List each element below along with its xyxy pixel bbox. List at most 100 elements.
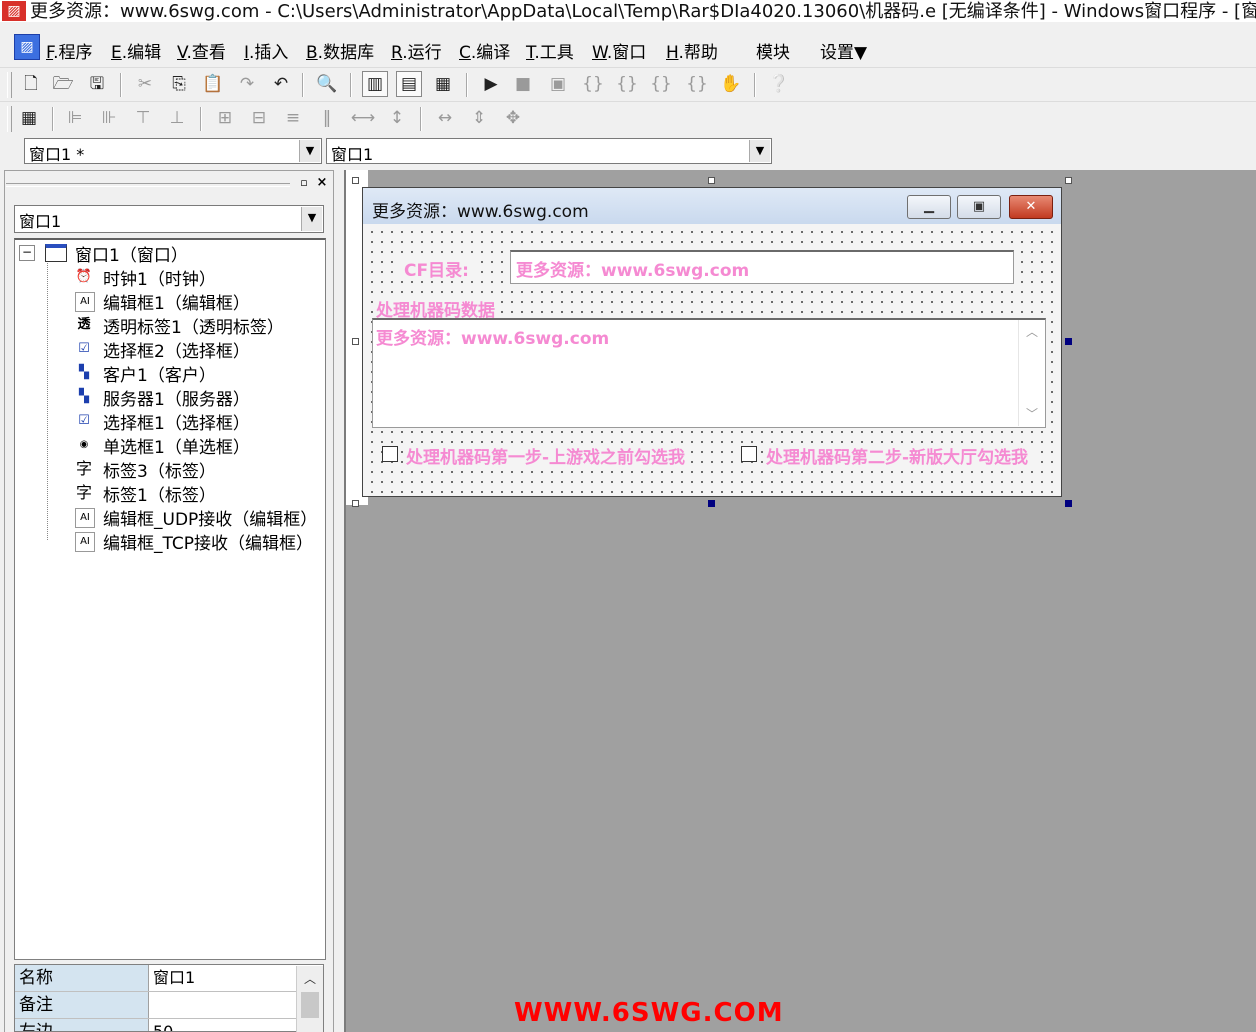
standard-toolbar: 🗋 🗁 🖫 ✂ ⎘ 📋 ↷ ↶ 🔍 ▥ ▤ ▦ ▶ ■ ▣ {} {} {} {… [0, 67, 1256, 102]
toolbar-grip[interactable] [7, 72, 12, 98]
textarea-scrollbar[interactable]: ︿ ﹀ [1018, 320, 1045, 426]
toolbar-grip[interactable] [7, 106, 12, 132]
scroll-thumb[interactable] [301, 992, 319, 1018]
step-out-icon[interactable]: {} [648, 71, 674, 97]
new-file-icon[interactable]: 🗋 [18, 71, 44, 97]
scroll-up-icon[interactable]: ︿ [297, 970, 323, 987]
menu-window[interactable]: W.窗口 [592, 38, 646, 63]
label-icon: 字 [75, 483, 92, 502]
maximize-icon[interactable]: ▣ [957, 195, 1001, 219]
chevron-down-icon[interactable]: ▼ [301, 207, 322, 231]
resize-handle[interactable] [352, 177, 359, 184]
align-left-icon[interactable]: ⊫ [62, 105, 88, 131]
save-icon[interactable]: 🖫 [84, 71, 110, 97]
menu-bar: ▨ F.程序 E.编辑 V.查看 I.插入 B.数据库 R.运行 C.编译 T.… [0, 30, 1256, 66]
resize-handle-active[interactable] [708, 500, 715, 507]
debug-window-icon[interactable]: ▣ [545, 71, 571, 97]
step-over-icon[interactable]: {} [614, 71, 640, 97]
panel-close-icon[interactable]: × [315, 176, 329, 190]
tree-connector [47, 263, 48, 540]
menu-settings[interactable]: 设置▼ [820, 38, 867, 63]
checkbox-icon: ☑ [78, 413, 90, 428]
layout-grid-icon[interactable]: ▦ [430, 71, 456, 97]
step2-checkbox[interactable] [741, 446, 757, 462]
copy-icon[interactable]: ⎘ [166, 71, 192, 97]
same-width-icon[interactable]: ≡ [280, 105, 306, 131]
help-search-icon[interactable]: ❔ [766, 71, 792, 97]
menu-compile[interactable]: C.编译 [459, 38, 510, 63]
minimize-icon[interactable]: ▁ [907, 195, 951, 219]
property-grid: 名称 窗口1 备注 左边 50 [14, 964, 324, 1032]
menu-tools[interactable]: T.工具 [526, 38, 574, 63]
menu-view[interactable]: V.查看 [177, 38, 226, 63]
toolbar-separator [302, 73, 304, 97]
step2-checkbox-label[interactable]: 处理机器码第二步-新版大厅勾选我 [766, 443, 1035, 468]
resize-handle[interactable] [1065, 177, 1072, 184]
chevron-down-icon[interactable]: ▼ [749, 140, 770, 162]
space-horizontal-icon[interactable]: ⟷ [350, 105, 376, 131]
property-scrollbar[interactable]: ︿ [296, 966, 323, 1032]
align-top-icon[interactable]: ⊤ [130, 105, 156, 131]
menu-program[interactable]: F.程序 [46, 38, 92, 63]
tree-collapse-icon[interactable]: − [19, 245, 35, 261]
radio-icon: ◉ [79, 439, 89, 450]
menu-insert[interactable]: I.插入 [244, 38, 288, 63]
window-icon [45, 244, 67, 262]
open-folder-icon[interactable]: 🗁 [50, 71, 76, 97]
close-icon[interactable]: ✕ [1009, 195, 1053, 219]
cf-directory-input-text: 更多资源：www.6swg.com [516, 261, 750, 281]
menu-module[interactable]: 模块 [756, 38, 790, 63]
same-height-icon[interactable]: ‖ [314, 105, 340, 131]
hand-icon[interactable]: ✋ [718, 71, 744, 97]
cut-icon[interactable]: ✂ [132, 71, 158, 97]
undo-icon[interactable]: ↶ [268, 71, 294, 97]
stretch-height-icon[interactable]: ⇕ [466, 105, 492, 131]
run-icon[interactable]: ▶ [478, 71, 504, 97]
center-in-form-icon[interactable]: ✥ [500, 105, 526, 131]
layout-top-icon[interactable]: ▤ [396, 71, 422, 97]
event-combo[interactable]: 窗口1 ▼ [326, 138, 772, 164]
scroll-down-icon[interactable]: ﹀ [1019, 404, 1045, 424]
menu-run[interactable]: R.运行 [391, 38, 442, 63]
align-right-icon[interactable]: ⊪ [96, 105, 122, 131]
panel-restore-icon[interactable]: ▫ [297, 176, 311, 190]
chevron-down-icon[interactable]: ▼ [299, 140, 320, 162]
align-bottom-icon[interactable]: ⊥ [164, 105, 190, 131]
menu-edit[interactable]: E.编辑 [111, 38, 161, 63]
step1-checkbox[interactable] [382, 446, 398, 462]
menu-database[interactable]: B.数据库 [306, 38, 374, 63]
panel-window-combo[interactable]: 窗口1 ▼ [14, 205, 324, 233]
layout-left-icon[interactable]: ▥ [362, 71, 388, 97]
title-bar: ▨ 更多资源：www.6swg.com - C:\Users\Administr… [0, 0, 1256, 22]
mdi-logo-icon[interactable]: ▨ [14, 34, 40, 60]
window-title: 更多资源：www.6swg.com - C:\Users\Administrat… [30, 1, 1256, 22]
resize-handle[interactable] [352, 338, 359, 345]
step-into-icon[interactable]: {} [580, 71, 606, 97]
watermark-text: WWW.6SWG.COM [514, 998, 784, 1028]
checkbox-icon: ☑ [78, 341, 90, 356]
property-row[interactable]: 名称 窗口1 [15, 965, 299, 992]
redo-icon[interactable]: ↷ [234, 71, 260, 97]
scroll-up-icon[interactable]: ︿ [1019, 322, 1045, 342]
property-row[interactable]: 备注 [15, 992, 299, 1019]
space-vertical-icon[interactable]: ↕ [384, 105, 410, 131]
resize-handle-active[interactable] [1065, 500, 1072, 507]
run-to-cursor-icon[interactable]: {} [684, 71, 710, 97]
center-vertical-icon[interactable]: ⊟ [246, 105, 272, 131]
stretch-width-icon[interactable]: ↔ [432, 105, 458, 131]
stop-icon[interactable]: ■ [510, 71, 536, 97]
resize-handle[interactable] [708, 177, 715, 184]
step1-checkbox-label[interactable]: 处理机器码第一步-上游戏之前勾选我 [406, 443, 692, 468]
resize-handle-active[interactable] [1065, 338, 1072, 345]
form-layout-icon[interactable]: ▦ [16, 105, 42, 131]
cf-directory-label[interactable]: CF目录: [400, 256, 473, 281]
panel-caption-grip[interactable] [6, 183, 290, 187]
property-row[interactable]: 左边 50 [15, 1019, 299, 1031]
center-horizontal-icon[interactable]: ⊞ [212, 105, 238, 131]
find-icon[interactable]: 🔍 [314, 71, 340, 97]
object-combo[interactable]: 窗口1 * ▼ [24, 138, 322, 164]
toolbar-separator [420, 107, 422, 131]
paste-icon[interactable]: 📋 [200, 71, 226, 97]
resize-handle[interactable] [352, 500, 359, 507]
menu-help[interactable]: H.帮助 [666, 38, 718, 63]
